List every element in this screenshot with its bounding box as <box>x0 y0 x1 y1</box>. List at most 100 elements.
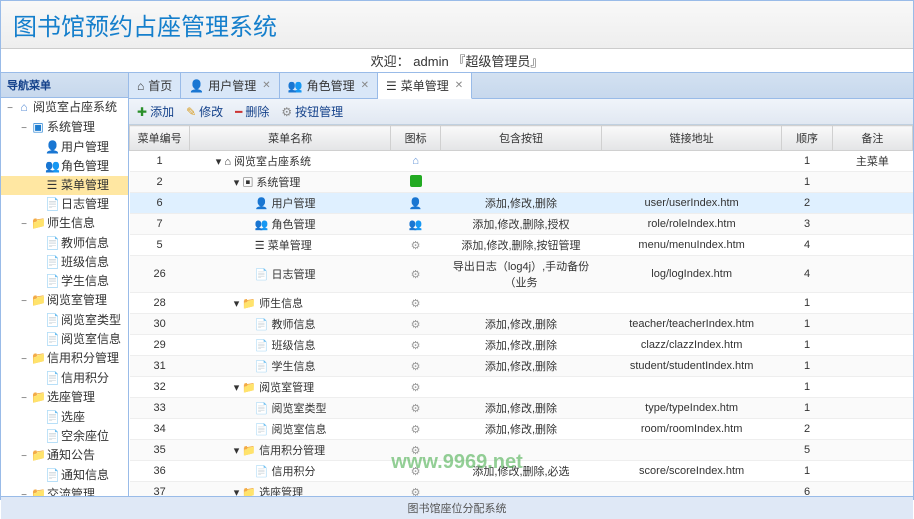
nav-item[interactable]: −📁选座管理 <box>1 388 128 408</box>
nav-item[interactable]: 📄信用积分 <box>1 369 128 388</box>
table-row[interactable]: 37▾ 📁 选座管理⚙6 <box>130 482 913 497</box>
nav-item[interactable]: 📄空余座位 <box>1 427 128 446</box>
table-row[interactable]: 1▾ ⌂ 阅览室占座系统⌂1主菜单 <box>130 151 913 172</box>
tab-icon: ⌂ <box>137 79 144 93</box>
expand-icon[interactable]: − <box>19 487 29 496</box>
nav-item[interactable]: 📄通知信息 <box>1 466 128 485</box>
cell-buttons: 添加,修改,删除,必选 <box>441 461 602 482</box>
node-icon: 📄 <box>45 273 59 290</box>
nav-item[interactable]: 📄班级信息 <box>1 253 128 272</box>
nav-item[interactable]: 👤用户管理 <box>1 138 128 157</box>
cell-name: ▾ ⌂ 阅览室占座系统 <box>190 151 391 172</box>
table-row[interactable]: 5 ☰ 菜单管理⚙添加,修改,删除,按钮管理menu/menuIndex.htm… <box>130 235 913 256</box>
table-row[interactable]: 34 📄 阅览室信息⚙添加,修改,删除room/roomIndex.htm2 <box>130 419 913 440</box>
table-row[interactable]: 29 📄 班级信息⚙添加,修改,删除clazz/clazzIndex.htm1 <box>130 335 913 356</box>
nav-item[interactable]: 📄学生信息 <box>1 272 128 291</box>
table-row[interactable]: 2▾ ▣ 系统管理1 <box>130 172 913 193</box>
table-row[interactable]: 6 👤 用户管理👤添加,修改,删除user/userIndex.htm2 <box>130 193 913 214</box>
cell-url <box>601 151 782 172</box>
nav-item[interactable]: 📄阅览室信息 <box>1 330 128 349</box>
column-header[interactable]: 包含按钮 <box>441 126 602 151</box>
expand-icon[interactable]: ▾ <box>234 177 240 189</box>
column-header[interactable]: 菜单编号 <box>130 126 190 151</box>
expand-icon[interactable]: − <box>19 390 29 407</box>
table-row[interactable]: 28▾ 📁 师生信息⚙1 <box>130 293 913 314</box>
table-row[interactable]: 7 👥 角色管理👥添加,修改,删除,授权role/roleIndex.htm3 <box>130 214 913 235</box>
row-icon: 👤 <box>255 198 269 210</box>
column-header[interactable]: 图标 <box>390 126 440 151</box>
expand-icon[interactable]: − <box>19 293 29 310</box>
table-row[interactable]: 33 📄 阅览室类型⚙添加,修改,删除type/typeIndex.htm1 <box>130 398 913 419</box>
cell-id: 29 <box>130 335 190 356</box>
tab[interactable]: ☰菜单管理✕ <box>378 73 472 99</box>
nav-item[interactable]: −📁通知公告 <box>1 446 128 466</box>
tab[interactable]: ⌂首页 <box>129 73 181 98</box>
table-row[interactable]: 31 📄 学生信息⚙添加,修改,删除student/studentIndex.h… <box>130 356 913 377</box>
expand-icon[interactable]: ▾ <box>234 487 240 496</box>
column-header[interactable]: 菜单名称 <box>190 126 391 151</box>
main-panel: ⌂首页👤用户管理✕👥角色管理✕☰菜单管理✕ ✚添加 ✎修改 ━删除 ⚙按钮管理 菜单编… <box>129 73 913 496</box>
toolbar-button[interactable]: ⚙按钮管理 <box>281 103 343 120</box>
cell-order: 1 <box>782 151 832 172</box>
expand-icon[interactable]: ▾ <box>234 298 240 310</box>
nav-tree[interactable]: −⌂阅览室占座系统−▣系统管理👤用户管理👥角色管理☰菜单管理📄日志管理−📁师生信… <box>1 98 128 496</box>
table-row[interactable]: 32▾ 📁 阅览室管理⚙1 <box>130 377 913 398</box>
nav-item[interactable]: 📄阅览室类型 <box>1 311 128 330</box>
toolbar-icon: ━ <box>235 105 242 119</box>
cell-note <box>832 172 912 193</box>
nav-item[interactable]: −📁阅览室管理 <box>1 291 128 311</box>
nav-item[interactable]: ☰菜单管理 <box>1 176 128 195</box>
expand-icon[interactable]: ▾ <box>234 382 240 394</box>
cell-name: ▾ 📁 师生信息 <box>190 293 391 314</box>
nav-item[interactable]: −▣系统管理 <box>1 118 128 138</box>
node-label: 交流管理 <box>47 487 95 496</box>
nav-item[interactable]: −📁信用积分管理 <box>1 349 128 369</box>
row-icon: 📄 <box>255 403 269 415</box>
toolbar-button[interactable]: ✎修改 <box>186 103 223 120</box>
expand-icon[interactable]: ▾ <box>234 445 240 457</box>
column-header[interactable]: 顺序 <box>782 126 832 151</box>
table-row[interactable]: 26 📄 日志管理⚙导出日志（log4j）,手动备份（业务log/logInde… <box>130 256 913 293</box>
table-row[interactable]: 30 📄 教师信息⚙添加,修改,删除teacher/teacherIndex.h… <box>130 314 913 335</box>
nav-item[interactable]: −⌂阅览室占座系统 <box>1 98 128 118</box>
toolbar-label: 删除 <box>245 103 269 120</box>
nav-item[interactable]: 📄选座 <box>1 408 128 427</box>
toolbar-button[interactable]: ✚添加 <box>137 103 174 120</box>
cell-buttons <box>441 440 602 461</box>
column-header[interactable]: 链接地址 <box>601 126 782 151</box>
tab[interactable]: 👤用户管理✕ <box>181 73 279 98</box>
cell-url: role/roleIndex.htm <box>601 214 782 235</box>
nav-item[interactable]: −📁交流管理 <box>1 485 128 496</box>
cell-id: 31 <box>130 356 190 377</box>
expand-icon[interactable]: − <box>19 448 29 465</box>
app-title: 图书馆预约占座管理系统 <box>1 1 913 49</box>
toolbar-button[interactable]: ━删除 <box>235 103 269 120</box>
cell-note <box>832 193 912 214</box>
table-row[interactable]: 36 📄 信用积分⚙添加,修改,删除,必选score/scoreIndex.ht… <box>130 461 913 482</box>
node-label: 师生信息 <box>47 216 95 230</box>
column-header[interactable]: 备注 <box>832 126 912 151</box>
row-icon: ▣ <box>242 177 253 189</box>
node-label: 教师信息 <box>61 236 109 250</box>
expand-icon[interactable]: ▾ <box>216 156 222 168</box>
expand-icon[interactable]: − <box>19 120 29 137</box>
close-icon[interactable]: ✕ <box>361 80 369 91</box>
nav-item[interactable]: 📄教师信息 <box>1 234 128 253</box>
row-icon: ⌂ <box>224 156 231 168</box>
expand-icon[interactable]: − <box>5 100 15 117</box>
node-label: 系统管理 <box>47 120 95 134</box>
cell-url: menu/menuIndex.htm <box>601 235 782 256</box>
nav-item[interactable]: 👥角色管理 <box>1 157 128 176</box>
expand-icon[interactable]: − <box>19 216 29 233</box>
toolbar-icon: ⚙ <box>281 105 292 119</box>
cell-order: 2 <box>782 419 832 440</box>
nav-item[interactable]: 📄日志管理 <box>1 195 128 214</box>
cell-name: 👥 角色管理 <box>190 214 391 235</box>
tab[interactable]: 👥角色管理✕ <box>280 73 378 98</box>
close-icon[interactable]: ✕ <box>455 80 463 91</box>
table-row[interactable]: 35▾ 📁 信用积分管理⚙5 <box>130 440 913 461</box>
close-icon[interactable]: ✕ <box>262 80 270 91</box>
nav-item[interactable]: −📁师生信息 <box>1 214 128 234</box>
expand-icon[interactable]: − <box>19 351 29 368</box>
toolbar-icon: ✎ <box>186 105 196 119</box>
